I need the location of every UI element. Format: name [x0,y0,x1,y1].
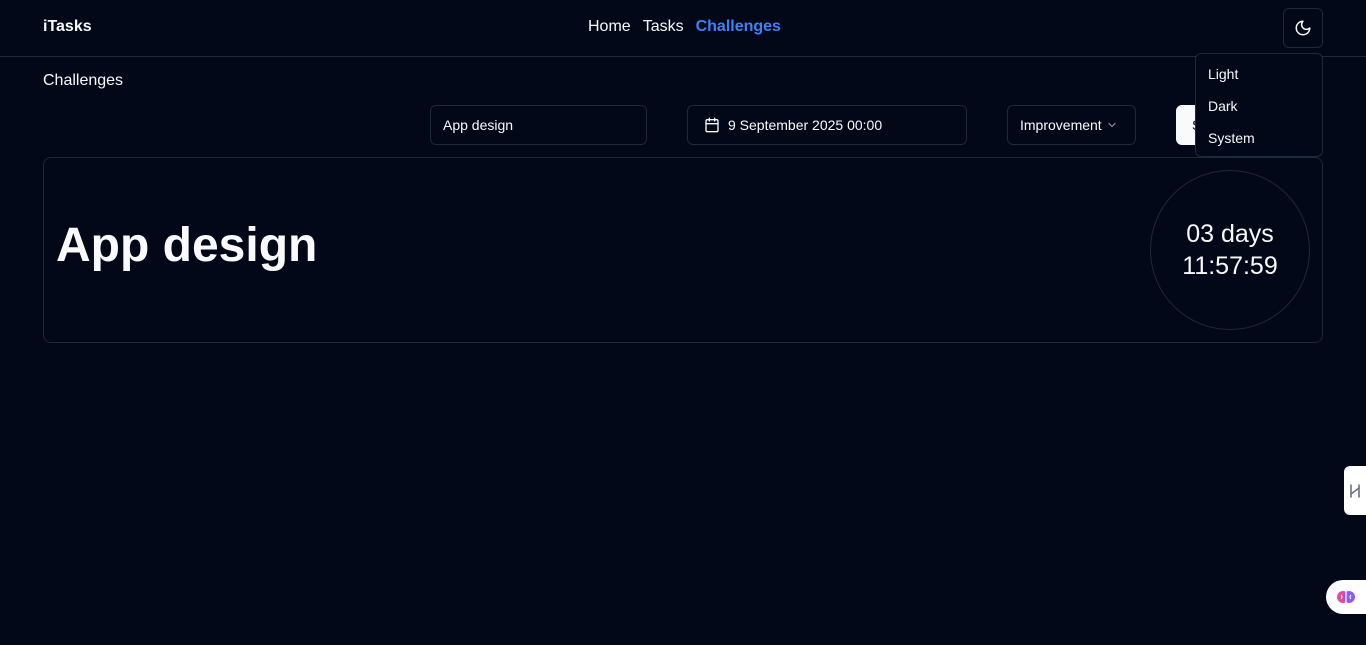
brain-icon [1337,591,1355,603]
main-nav: Home Tasks Challenges [588,18,781,36]
challenge-card: App design 03 days 11:57:59 [43,157,1323,343]
countdown-timer: 03 days 11:57:59 [1150,170,1310,330]
countdown-days: 03 days [1186,220,1274,248]
theme-dropdown-menu: Light Dark System [1195,53,1323,157]
date-picker-button[interactable]: 9 September 2025 00:00 [687,105,967,145]
category-select[interactable]: Improvement [1007,105,1136,145]
category-value: Improvement [1020,117,1102,133]
theme-option-dark[interactable]: Dark [1200,90,1318,122]
side-extension-tab[interactable] [1344,466,1366,515]
countdown-time: 11:57:59 [1182,252,1278,280]
theme-toggle-button[interactable] [1283,8,1323,48]
nav-tasks[interactable]: Tasks [643,18,684,36]
chevron-down-icon [1108,123,1116,127]
page-title: Challenges [43,72,124,89]
calendar-icon [705,117,719,133]
date-label: 9 September 2025 00:00 [728,117,883,133]
challenge-name-input[interactable] [430,105,647,145]
ai-assistant-button[interactable] [1326,580,1366,614]
nav-home[interactable]: Home [588,18,631,36]
theme-option-system[interactable]: System [1200,122,1318,154]
top-navigation-bar: iTasks Home Tasks Challenges [0,0,1366,57]
extension-logo-icon [1350,483,1360,498]
challenge-title: App design [56,219,318,272]
brand-logo[interactable]: iTasks [43,18,92,36]
theme-option-light[interactable]: Light [1200,58,1318,90]
nav-challenges[interactable]: Challenges [696,18,781,36]
moon-icon [1295,20,1311,36]
